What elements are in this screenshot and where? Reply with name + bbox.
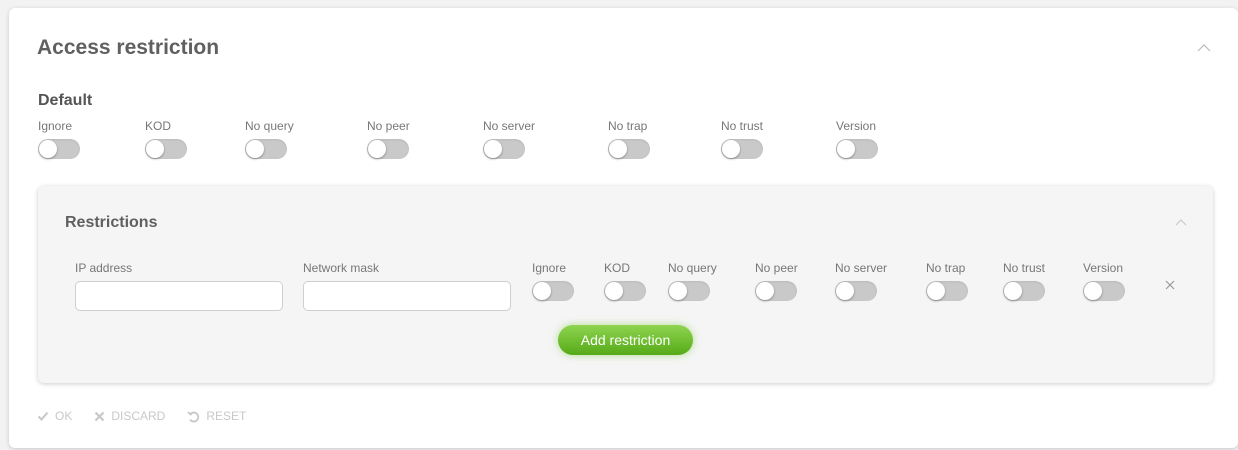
toggle-label: No query [245,119,294,133]
restriction-toggle-no-trap: No trap [926,261,1006,301]
switch-knob [39,140,57,158]
switch-knob [605,282,623,300]
default-toggle-no-trust: No trust [721,119,801,159]
discard-button[interactable]: DISCARD [94,408,165,424]
toggle-label: No server [483,119,536,133]
switch-knob [836,282,854,300]
toggle-label: No trust [1003,261,1046,275]
ip-address-field: IP address [75,261,283,311]
default-toggle-kod: KOD [145,119,225,159]
chevron-up-icon[interactable] [1197,41,1211,55]
switch-knob [756,282,774,300]
kod-switch[interactable] [145,139,187,159]
toggle-label: No trap [926,261,966,275]
restrictions-title: Restrictions [65,214,158,231]
page-title: Access restriction [37,36,220,59]
no-peer-switch[interactable] [367,139,409,159]
no-trap-switch[interactable] [926,281,968,301]
network-mask-label: Network mask [303,261,380,275]
no-peer-switch[interactable] [755,281,797,301]
network-mask-input[interactable] [303,281,511,311]
switch-knob [1084,282,1102,300]
access-restriction-panel: Access restriction Default Ignore KOD No… [9,8,1238,448]
close-icon[interactable] [1164,278,1176,290]
default-toggle-no-server: No server [483,119,563,159]
x-icon [95,411,105,421]
reset-label: RESET [206,409,247,423]
restriction-toggle-version: Version [1083,261,1163,301]
undo-icon [187,410,200,422]
switch-knob [609,140,627,158]
toggle-label: No trust [721,119,764,133]
switch-knob [1004,282,1022,300]
switch-knob [669,282,687,300]
toggle-label: No query [668,261,717,275]
kod-switch[interactable] [604,281,646,301]
no-query-switch[interactable] [668,281,710,301]
restriction-toggle-no-trust: No trust [1003,261,1083,301]
toggle-label: No trap [608,119,648,133]
toggle-label: KOD [145,119,172,133]
chevron-up-icon[interactable] [1174,216,1188,230]
restriction-toggle-no-peer: No peer [755,261,835,301]
ignore-switch[interactable] [532,281,574,301]
restriction-toggle-no-server: No server [835,261,915,301]
restrictions-card: Restrictions IP address Network mask Ign… [38,186,1213,383]
toggle-label: Ignore [532,261,567,275]
switch-knob [722,140,740,158]
no-server-switch[interactable] [483,139,525,159]
default-toggle-no-trap: No trap [608,119,688,159]
default-toggle-no-query: No query [245,119,325,159]
discard-label: DISCARD [111,409,166,423]
switch-knob [146,140,164,158]
ip-address-input[interactable] [75,281,283,311]
ignore-switch[interactable] [38,139,80,159]
ok-button[interactable]: OK [37,408,72,424]
ip-address-label: IP address [75,261,133,275]
default-toggle-no-peer: No peer [367,119,447,159]
switch-knob [484,140,502,158]
toggle-label: No peer [755,261,798,275]
form-actions: OK DISCARD RESET [37,408,246,424]
toggle-label: Version [1083,261,1124,275]
ok-label: OK [55,409,73,423]
toggle-label: Version [836,119,877,133]
default-toggle-version: Version [836,119,916,159]
default-toggle-ignore: Ignore [38,119,118,159]
toggle-label: No peer [367,119,410,133]
switch-knob [246,140,264,158]
switch-knob [837,140,855,158]
no-server-switch[interactable] [835,281,877,301]
restriction-toggle-no-query: No query [668,261,748,301]
toggle-label: Ignore [38,119,73,133]
add-restriction-button[interactable]: Add restriction [558,325,693,355]
switch-knob [533,282,551,300]
default-heading: Default [38,92,93,109]
version-switch[interactable] [1083,281,1125,301]
reset-button[interactable]: RESET [187,408,246,424]
network-mask-field: Network mask [303,261,511,311]
version-switch[interactable] [836,139,878,159]
switch-knob [927,282,945,300]
no-trap-switch[interactable] [608,139,650,159]
check-icon [37,411,49,421]
no-trust-switch[interactable] [721,139,763,159]
no-query-switch[interactable] [245,139,287,159]
switch-knob [368,140,386,158]
no-trust-switch[interactable] [1003,281,1045,301]
restriction-toggle-ignore: Ignore [532,261,612,301]
toggle-label: No server [835,261,888,275]
